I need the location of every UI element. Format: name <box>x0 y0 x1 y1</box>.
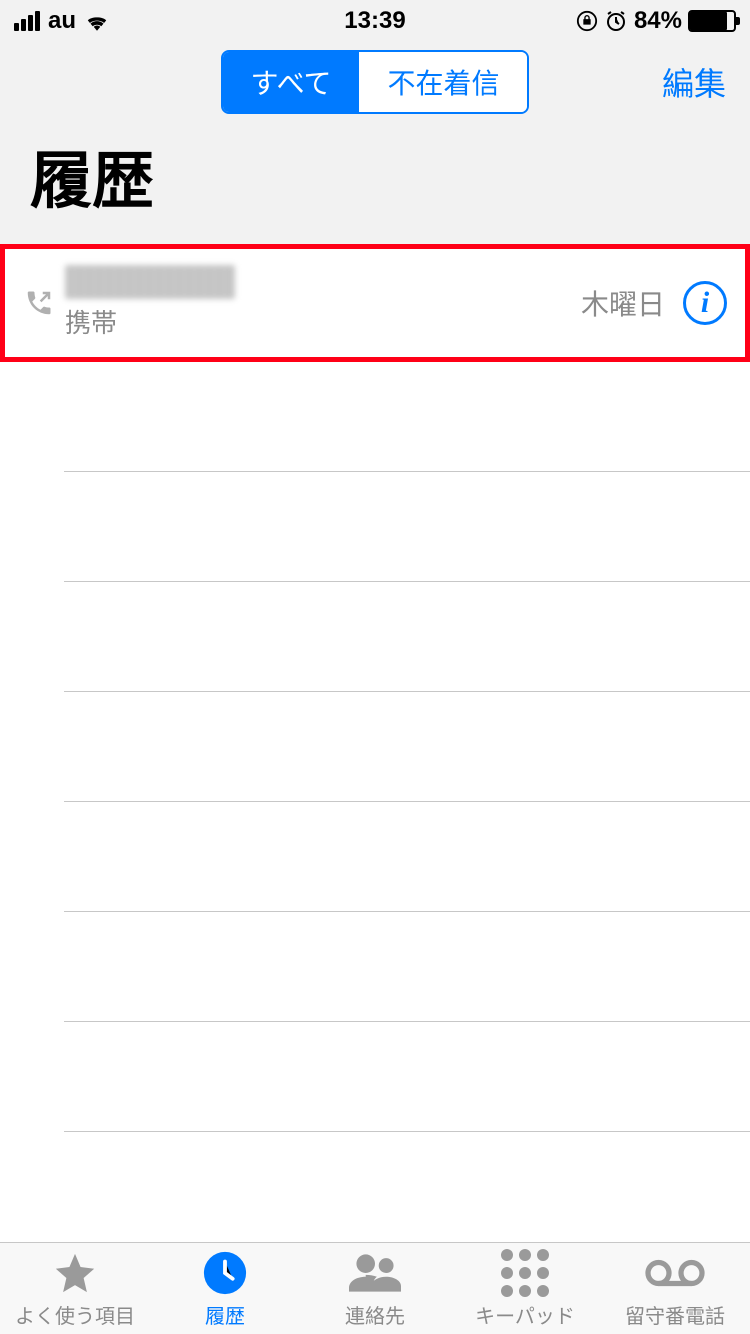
tab-contacts[interactable]: 連絡先 <box>300 1243 450 1334</box>
alarm-icon <box>604 9 628 33</box>
tab-recents[interactable]: 履歴 <box>150 1243 300 1334</box>
tab-label: よく使う項目 <box>15 1300 135 1329</box>
outgoing-call-icon <box>23 288 55 318</box>
list-item <box>64 1022 750 1132</box>
battery-icon <box>688 10 736 32</box>
call-row[interactable]: 携帯 木曜日 i <box>5 249 745 357</box>
tab-label: キーパッド <box>475 1300 575 1329</box>
star-icon <box>52 1248 98 1298</box>
segment-all[interactable]: すべて <box>223 52 360 112</box>
status-bar: au 13:39 84% <box>0 0 750 42</box>
tab-favorites[interactable]: よく使う項目 <box>0 1243 150 1334</box>
edit-button[interactable]: 編集 <box>662 59 726 105</box>
call-time-label: 木曜日 <box>581 283 665 323</box>
list-item <box>64 692 750 802</box>
tab-keypad[interactable]: キーパッド <box>450 1243 600 1334</box>
list-item <box>64 802 750 912</box>
wifi-icon <box>84 11 110 31</box>
tab-label: 留守番電話 <box>625 1300 725 1329</box>
recents-list[interactable]: 携帯 木曜日 i <box>0 244 750 1242</box>
list-item <box>64 472 750 582</box>
carrier-label: au <box>48 7 76 35</box>
tab-voicemail[interactable]: 留守番電話 <box>600 1243 750 1334</box>
info-button[interactable]: i <box>683 281 727 325</box>
voicemail-icon <box>645 1248 705 1298</box>
contacts-icon <box>349 1248 401 1298</box>
tab-label: 履歴 <box>205 1300 245 1329</box>
orientation-lock-icon <box>576 10 598 32</box>
list-item <box>64 362 750 472</box>
contact-name-redacted <box>65 265 235 299</box>
list-item <box>64 1132 750 1242</box>
keypad-icon <box>501 1248 549 1298</box>
list-item <box>64 582 750 692</box>
battery-percent: 84% <box>634 7 682 35</box>
clock-icon <box>202 1248 248 1298</box>
page-title: 履歴 <box>0 112 750 230</box>
header: すべて 不在着信 編集 履歴 <box>0 42 750 244</box>
segment-missed[interactable]: 不在着信 <box>359 52 527 112</box>
segmented-control: すべて 不在着信 <box>221 50 530 114</box>
list-item <box>64 912 750 1022</box>
tab-label: 連絡先 <box>345 1300 405 1329</box>
tab-bar: よく使う項目 履歴 連絡先 キーパッド 留守番電話 <box>0 1242 750 1334</box>
status-time: 13:39 <box>344 7 405 35</box>
signal-icon <box>14 11 40 31</box>
highlight-annotation: 携帯 木曜日 i <box>0 244 750 362</box>
call-type-label: 携帯 <box>65 303 581 340</box>
